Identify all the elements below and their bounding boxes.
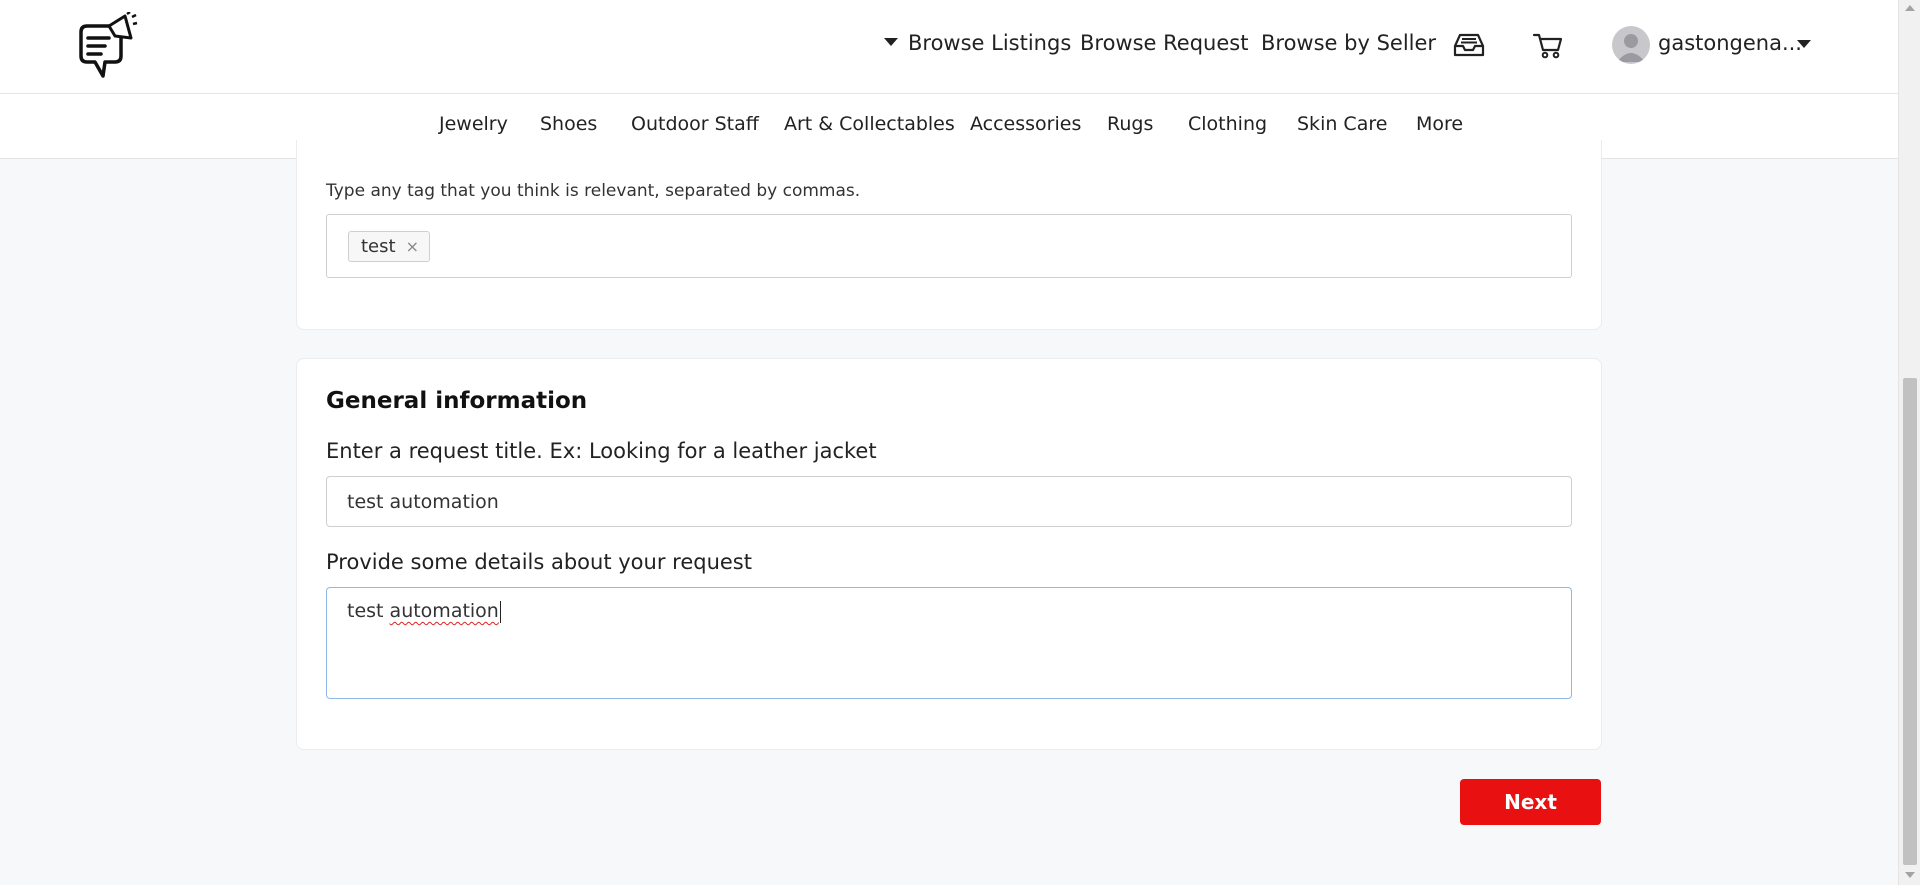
tags-input[interactable]: test × (326, 214, 1572, 278)
category-outdoor-staff[interactable]: Outdoor Staff (631, 113, 759, 135)
section-title: General information (326, 388, 588, 414)
category-clothing[interactable]: Clothing (1188, 113, 1267, 135)
category-jewelry[interactable]: Jewelry (439, 113, 508, 135)
request-title-value: test automation (347, 490, 499, 513)
category-art-collectables[interactable]: Art & Collectables (784, 113, 955, 135)
request-details-label: Provide some details about your request (326, 550, 752, 574)
request-title-input[interactable]: test automation (326, 476, 1572, 527)
request-title-label: Enter a request title. Ex: Looking for a… (326, 439, 877, 463)
request-details-textarea[interactable]: test automation (326, 587, 1572, 699)
username[interactable]: gastongena... (1658, 31, 1802, 55)
tag-chip-label: test (361, 236, 396, 257)
browse-by-seller-link[interactable]: Browse by Seller (1261, 31, 1436, 55)
user-menu-chevron-down-icon[interactable] (1797, 40, 1811, 48)
browse-request-link[interactable]: Browse Request (1080, 31, 1248, 55)
page: Browse Listings Browse Request Browse by… (0, 0, 1920, 885)
cart-icon[interactable] (1531, 30, 1565, 60)
category-more[interactable]: More (1416, 113, 1463, 135)
next-button[interactable]: Next (1460, 779, 1601, 825)
tag-chip: test × (348, 231, 430, 262)
scrollbar[interactable] (1898, 0, 1920, 885)
remove-tag-icon[interactable]: × (406, 237, 419, 256)
details-word-2: automation (389, 600, 499, 622)
scroll-down-icon[interactable] (1905, 872, 1915, 878)
details-word-1: test (347, 600, 384, 622)
category-shoes[interactable]: Shoes (540, 113, 597, 135)
scroll-up-icon[interactable] (1905, 5, 1915, 11)
inbox-icon[interactable] (1452, 30, 1486, 60)
scroll-thumb[interactable] (1903, 378, 1917, 865)
user-silhouette-icon (1617, 34, 1645, 62)
avatar[interactable] (1612, 26, 1650, 64)
site-header: Browse Listings Browse Request Browse by… (0, 0, 1898, 94)
tags-hint: Type any tag that you think is relevant,… (326, 181, 861, 201)
browse-listings-link[interactable]: Browse Listings (884, 31, 1071, 55)
caret-down-icon (884, 38, 898, 46)
logo-icon[interactable] (75, 12, 139, 80)
category-accessories[interactable]: Accessories (970, 113, 1081, 135)
category-skin-care[interactable]: Skin Care (1297, 113, 1387, 135)
category-rugs[interactable]: Rugs (1107, 113, 1153, 135)
text-cursor (499, 600, 501, 623)
